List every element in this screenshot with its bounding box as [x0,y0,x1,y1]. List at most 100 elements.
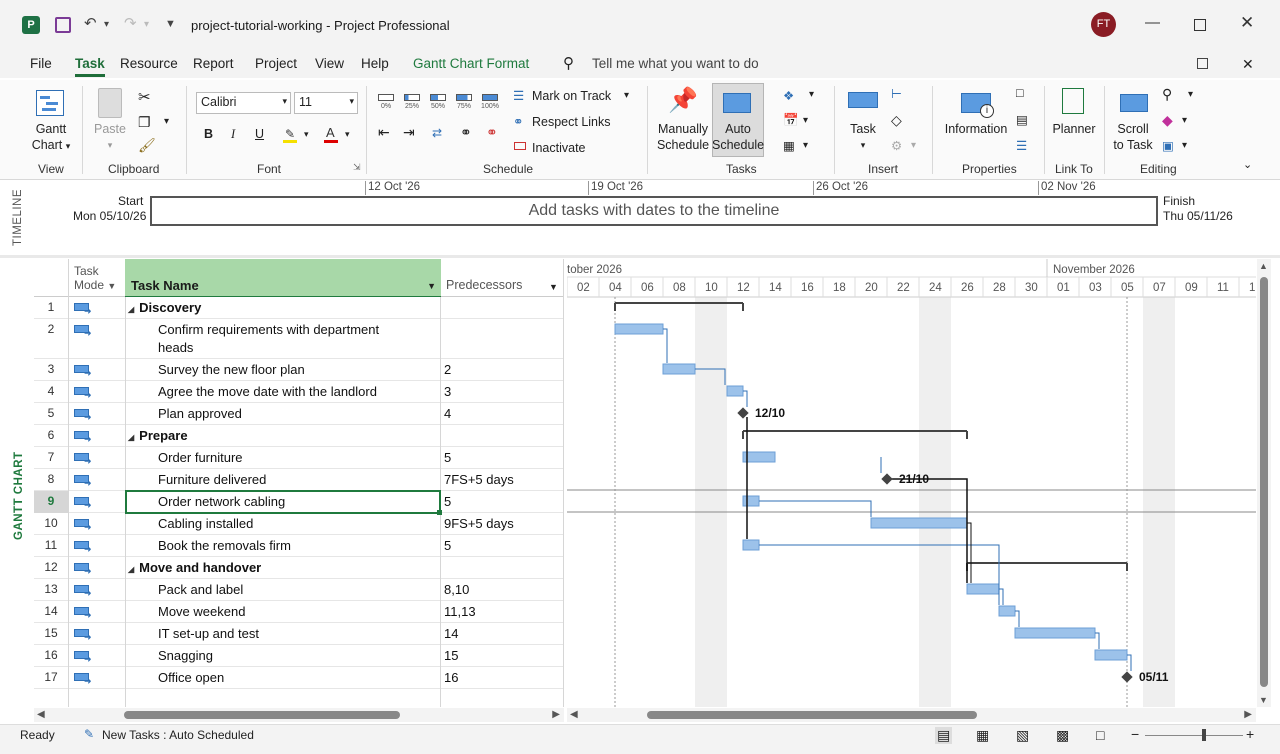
font-color-dropdown-icon[interactable]: ▾ [345,129,350,140]
table-row[interactable]: 1 ➜ ◢ Discovery [34,297,564,319]
gantt-chart-button[interactable]: Gantt Chart ▾ [28,121,74,154]
task-name-cell[interactable]: Furniture delivered [158,472,266,487]
scroll-thumb[interactable] [647,711,977,719]
predecessors-cell[interactable]: 5 [444,494,451,509]
predecessors-cell[interactable]: 16 [444,670,458,685]
manually-schedule-button[interactable]: Manually Schedule [653,121,713,153]
predecessors-cell[interactable]: 11,13 [444,604,476,619]
predecessors-cell[interactable]: 3 [444,384,451,399]
task-bar[interactable] [662,363,696,375]
milestone[interactable] [1121,671,1133,683]
link-tasks-icon[interactable]: ⚭ [460,124,472,141]
insert-task-button[interactable]: Task ▾ [842,121,884,153]
menu-resource[interactable]: Resource [120,56,178,71]
indent-icon[interactable]: ⇥ [403,124,415,141]
task-bar[interactable] [726,385,744,397]
planner-button[interactable]: Planner [1050,121,1098,137]
predecessors-cell[interactable]: 5 [444,450,451,465]
scroll-thumb[interactable] [1260,277,1268,687]
maximize-icon[interactable] [1194,19,1206,31]
predecessors-cell[interactable]: 7FS+5 days [444,472,514,487]
row-number[interactable]: 15 [34,626,68,640]
table-row[interactable]: 5 ➜ Plan approved 4 [34,403,564,425]
scroll-left-icon[interactable]: ◀ [570,709,578,720]
table-row[interactable]: 10 ➜ Cabling installed 9FS+5 days [34,513,564,535]
information-button[interactable]: Information [941,121,1011,137]
clear-dropdown-icon[interactable]: ▾ [1182,115,1187,126]
table-row[interactable]: 13 ➜ Pack and label 8,10 [34,579,564,601]
row-number[interactable]: 11 [34,538,68,552]
customize-toolbar-icon[interactable]: ▼ [165,18,176,30]
table-row[interactable]: 8 ➜ Furniture delivered 7FS+5 days [34,469,564,491]
table-row[interactable]: 16 ➜ Snagging 15 [34,645,564,667]
collapse-icon[interactable]: ◢ [128,433,134,442]
filter-dropdown-icon[interactable]: ▼ [549,282,558,292]
avatar[interactable]: FT [1091,12,1116,37]
close-file-icon[interactable]: ✕ [1242,56,1254,73]
inspect-icon[interactable]: ❖ [783,88,794,103]
move-dropdown-icon[interactable]: ▾ [803,115,808,126]
zoom-in-icon[interactable]: + [1246,726,1254,742]
task-name-cell[interactable]: Cabling installed [158,516,253,531]
vertical-scrollbar[interactable]: ▲ ▼ [1257,259,1271,707]
close-icon[interactable]: ✕ [1240,13,1254,33]
filter-dropdown-icon[interactable]: ▼ [107,281,116,291]
mode-icon[interactable]: ▦ [783,138,795,153]
table-row[interactable]: 15 ➜ IT set-up and test 14 [34,623,564,645]
row-number[interactable]: 17 [34,670,68,684]
predecessors-cell[interactable]: 15 [444,648,458,663]
task-name-cell[interactable]: Pack and label [158,582,243,597]
font-dialog-launcher-icon[interactable]: ⇲ [353,162,361,173]
task-name-cell[interactable]: IT set-up and test [158,626,259,641]
row-number[interactable]: 7 [34,450,68,464]
table-row[interactable]: 6 ➜ ◢ Prepare [34,425,564,447]
row-number[interactable]: 9 [34,491,68,513]
respect-links-button[interactable]: Respect Links [532,115,611,129]
predecessors-cell[interactable]: 2 [444,362,451,377]
task-name-cell[interactable]: Plan approved [158,406,242,421]
percent-75-button[interactable]: 75% [454,92,474,114]
predecessors-cell[interactable]: 9FS+5 days [444,516,514,531]
row-number[interactable]: 14 [34,604,68,618]
task-bar[interactable] [1094,649,1128,661]
clear-icon[interactable]: ◆ [1162,112,1173,129]
task-name-cell[interactable]: Move weekend [158,604,245,619]
table-row[interactable]: 2 ➜ Confirm requirements with department he… [34,319,564,359]
task-name-cell[interactable]: Book the removals firm [158,538,291,553]
menu-gantt-chart-format[interactable]: Gantt Chart Format [413,56,529,71]
summary-icon[interactable]: ⊢ [891,86,902,101]
task-bar[interactable] [742,539,760,551]
task-bar[interactable] [870,517,968,529]
scroll-right-icon[interactable]: ▶ [552,709,560,720]
row-number[interactable]: 1 [34,300,68,314]
row-number[interactable]: 10 [34,516,68,530]
details-icon[interactable]: ▤ [1016,112,1028,127]
percent-25-button[interactable]: 25% [402,92,422,114]
scroll-down-icon[interactable]: ▼ [1259,695,1268,705]
row-number[interactable]: 6 [34,428,68,442]
zoom-out-icon[interactable]: − [1131,726,1139,742]
row-number[interactable]: 13 [34,582,68,596]
task-name-cell[interactable]: ◢ Move and handover [128,560,261,575]
save-icon[interactable] [55,17,71,33]
task-bar[interactable] [742,495,760,507]
menu-view[interactable]: View [315,56,344,71]
gantt-horizontal-scrollbar[interactable]: ◀ ▶ [567,708,1256,722]
predecessors-cell[interactable]: 4 [444,406,451,421]
task-bar[interactable] [742,451,776,463]
scroll-left-icon[interactable]: ◀ [37,709,45,720]
task-name-cell[interactable]: Agree the move date with the landlord [158,384,377,399]
table-row[interactable]: 3 ➜ Survey the new floor plan 2 [34,359,564,381]
row-number[interactable]: 3 [34,362,68,376]
task-usage-icon[interactable]: ▦ [976,727,989,744]
task-name-cell[interactable]: Order furniture [158,450,243,465]
highlight-color-icon[interactable]: ✎ [283,127,297,143]
table-row[interactable]: 7 ➜ Order furniture 5 [34,447,564,469]
row-number[interactable]: 8 [34,472,68,486]
find-icon[interactable]: ⚲ [1162,86,1172,103]
table-row[interactable]: 12 ➜ ◢ Move and handover [34,557,564,579]
copy-dropdown-icon[interactable]: ▾ [164,116,169,127]
selected-cell[interactable] [125,490,441,514]
row-number[interactable]: 4 [34,384,68,398]
collapse-icon[interactable]: ◢ [128,565,134,574]
